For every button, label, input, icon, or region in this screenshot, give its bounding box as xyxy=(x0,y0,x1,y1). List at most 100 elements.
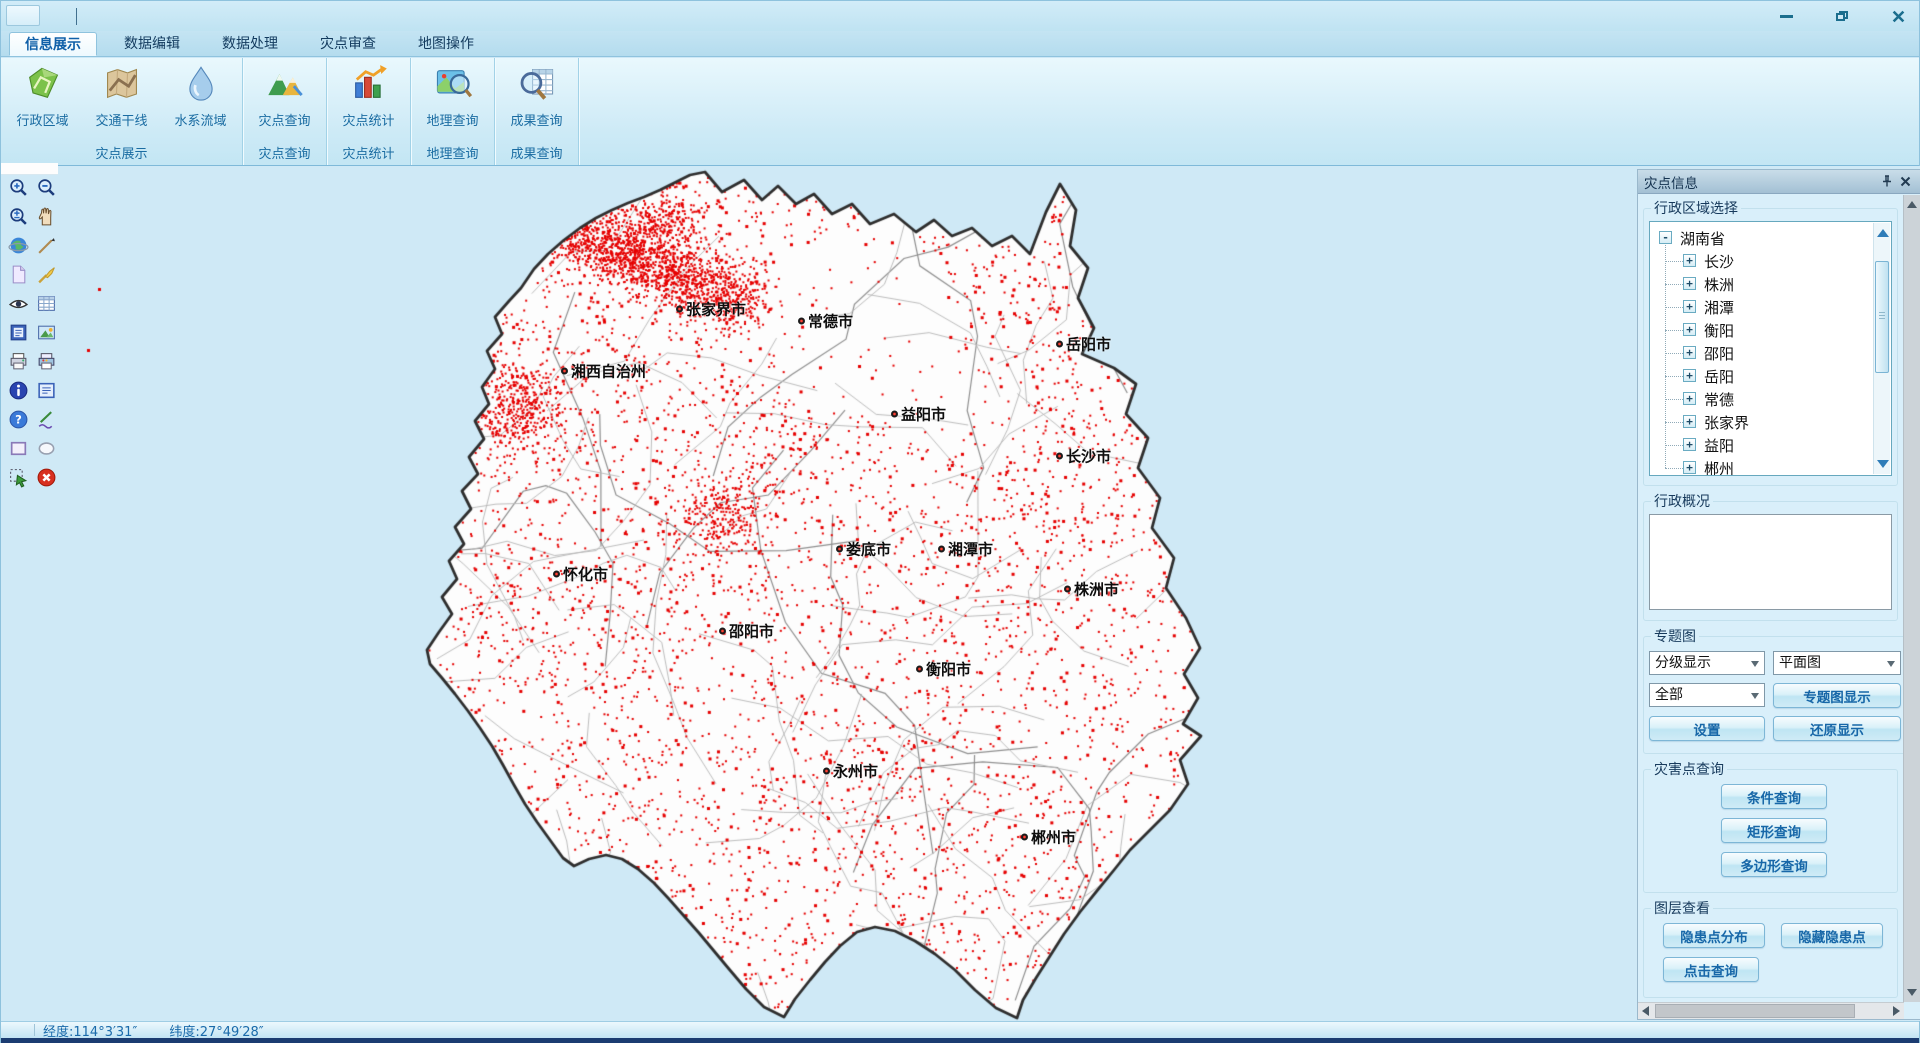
tree-node[interactable]: 邵阳 xyxy=(1702,343,1736,363)
disaster-point-query-button[interactable]: 灾点查询 xyxy=(245,60,324,143)
scroll-up-icon[interactable] xyxy=(1907,201,1917,208)
ribbon-tab-bar: 信息展示 数据编辑 数据处理 灾点审查 地图操作 xyxy=(1,31,1919,57)
delete-icon[interactable] xyxy=(34,465,58,489)
disaster-point-stat-button[interactable]: 灾点统计 xyxy=(329,60,408,143)
condition-query-button[interactable]: 条件查询 xyxy=(1721,784,1827,809)
tree-expand-icon[interactable]: + xyxy=(1683,392,1696,405)
tree-expand-icon[interactable]: + xyxy=(1683,415,1696,428)
zoom-out-icon[interactable] xyxy=(34,175,58,199)
measure-icon[interactable] xyxy=(34,233,58,257)
tree-scrollbar[interactable] xyxy=(1873,223,1890,474)
caret xyxy=(76,8,77,25)
minimize-button[interactable] xyxy=(1775,6,1797,26)
tree-node[interactable]: 湘潭 xyxy=(1702,297,1736,317)
tree-node-root[interactable]: 湖南省 xyxy=(1678,228,1727,248)
click-query-button[interactable]: 点击查询 xyxy=(1663,957,1759,982)
scroll-left-icon[interactable] xyxy=(1642,1006,1649,1016)
tree-connector xyxy=(1665,261,1683,262)
disaster-info-panel: 灾点信息 行政区域选择 -湖南省 xyxy=(1637,169,1920,1020)
print-preview-icon[interactable] xyxy=(34,349,58,373)
overview-textarea[interactable] xyxy=(1649,514,1892,610)
filter-select[interactable]: 全部 xyxy=(1649,683,1765,707)
restore-button[interactable] xyxy=(1831,6,1853,26)
city-marker-icon xyxy=(1056,453,1063,460)
image-icon[interactable] xyxy=(34,320,58,344)
scroll-thumb[interactable] xyxy=(1655,1004,1855,1018)
map-canvas[interactable] xyxy=(1,166,1641,1022)
sketch-icon[interactable] xyxy=(34,407,58,431)
tree-expand-icon[interactable]: + xyxy=(1683,346,1696,359)
tree-expand-icon[interactable]: + xyxy=(1683,254,1696,267)
geo-query-button[interactable]: 地理查询 xyxy=(413,60,492,143)
close-button[interactable] xyxy=(1887,6,1909,26)
tree-expand-icon[interactable]: + xyxy=(1683,277,1696,290)
scroll-up-icon[interactable] xyxy=(1877,229,1889,237)
tab-map-operate[interactable]: 地图操作 xyxy=(403,32,489,56)
tree-node[interactable]: 郴州 xyxy=(1702,458,1736,476)
hide-hazard-button[interactable]: 隐藏隐患点 xyxy=(1781,923,1883,948)
settings-button[interactable]: 设置 xyxy=(1649,716,1765,741)
table-grid-icon[interactable] xyxy=(34,291,58,315)
result-query-button[interactable]: 成果查询 xyxy=(497,60,576,143)
scroll-down-icon[interactable] xyxy=(1877,460,1889,468)
zoom-in-icon[interactable] xyxy=(6,175,30,199)
help-icon[interactable]: ? xyxy=(6,407,30,431)
tree-node[interactable]: 衡阳 xyxy=(1702,320,1736,340)
panel-close-button[interactable] xyxy=(1896,173,1914,191)
tree-node[interactable]: 益阳 xyxy=(1702,435,1736,455)
tree-node[interactable]: 张家界 xyxy=(1702,412,1751,432)
polygon-query-button[interactable]: 多边形查询 xyxy=(1721,852,1827,877)
pin-button[interactable] xyxy=(1878,173,1896,191)
printer-icon[interactable] xyxy=(6,349,30,373)
tree-expand-icon[interactable]: + xyxy=(1683,300,1696,313)
tree-node[interactable]: 常德 xyxy=(1702,389,1736,409)
text-window-icon[interactable] xyxy=(34,378,58,402)
map-toolbox: ? xyxy=(3,175,59,494)
new-page-icon[interactable] xyxy=(6,262,30,286)
scroll-thumb[interactable] xyxy=(1875,261,1889,373)
brush-icon[interactable] xyxy=(34,262,58,286)
traffic-line-button[interactable]: 交通干线 xyxy=(82,60,161,143)
panel-vertical-scrollbar[interactable] xyxy=(1903,195,1920,1002)
water-system-button[interactable]: 水系流域 xyxy=(161,60,240,143)
rect-query-button[interactable]: 矩形查询 xyxy=(1721,818,1827,843)
region-area-button[interactable]: 行政区域 xyxy=(3,60,82,143)
ellipse-icon[interactable] xyxy=(34,436,58,460)
tree-node[interactable]: 株洲 xyxy=(1702,274,1736,294)
legend-icon[interactable] xyxy=(6,320,30,344)
pan-icon[interactable] xyxy=(34,204,58,228)
display-mode-select[interactable]: 分级显示 xyxy=(1649,651,1765,675)
tree-node[interactable]: 长沙 xyxy=(1702,251,1736,271)
tree-connector xyxy=(1665,399,1683,400)
quick-access-box[interactable] xyxy=(6,5,40,26)
zoom-extent-icon[interactable] xyxy=(6,204,30,228)
tab-point-review[interactable]: 灾点审查 xyxy=(305,32,391,56)
tree-expand-icon[interactable]: + xyxy=(1683,461,1696,474)
tab-info-display[interactable]: 信息展示 xyxy=(9,32,97,56)
city-name: 娄底市 xyxy=(846,539,891,560)
tree-connector xyxy=(1665,422,1683,423)
panel-horizontal-scrollbar[interactable] xyxy=(1638,1002,1904,1019)
bottom-strip xyxy=(1,1038,1919,1043)
select-icon[interactable] xyxy=(6,465,30,489)
map-type-select[interactable]: 平面图 xyxy=(1773,651,1901,675)
region-select-label: 行政区域选择 xyxy=(1651,198,1741,218)
title-bar xyxy=(1,1,1919,31)
tab-data-edit[interactable]: 数据编辑 xyxy=(109,32,195,56)
restore-display-button[interactable]: 还原显示 xyxy=(1773,716,1901,741)
tree-expand-icon[interactable]: + xyxy=(1683,369,1696,382)
tab-data-process[interactable]: 数据处理 xyxy=(207,32,293,56)
scroll-right-icon[interactable] xyxy=(1893,1006,1900,1016)
eye-icon[interactable] xyxy=(6,291,30,315)
tree-node[interactable]: 岳阳 xyxy=(1702,366,1736,386)
rectangle-icon[interactable] xyxy=(6,436,30,460)
tree-collapse-icon[interactable]: - xyxy=(1659,231,1672,244)
hazard-distribution-button[interactable]: 隐患点分布 xyxy=(1663,923,1765,948)
tree-expand-icon[interactable]: + xyxy=(1683,438,1696,451)
thematic-show-button[interactable]: 专题图显示 xyxy=(1773,683,1901,708)
info-icon[interactable] xyxy=(6,378,30,402)
scroll-down-icon[interactable] xyxy=(1907,989,1917,996)
tree-expand-icon[interactable]: + xyxy=(1683,323,1696,336)
globe-icon[interactable] xyxy=(6,233,30,257)
region-tree[interactable]: -湖南省 + 长沙 + 株洲 + 湘潭 + 衡阳 + 邵阳 + 岳阳 + 常德 + 张家界 + 益阳 + 郴州 xyxy=(1649,221,1892,476)
